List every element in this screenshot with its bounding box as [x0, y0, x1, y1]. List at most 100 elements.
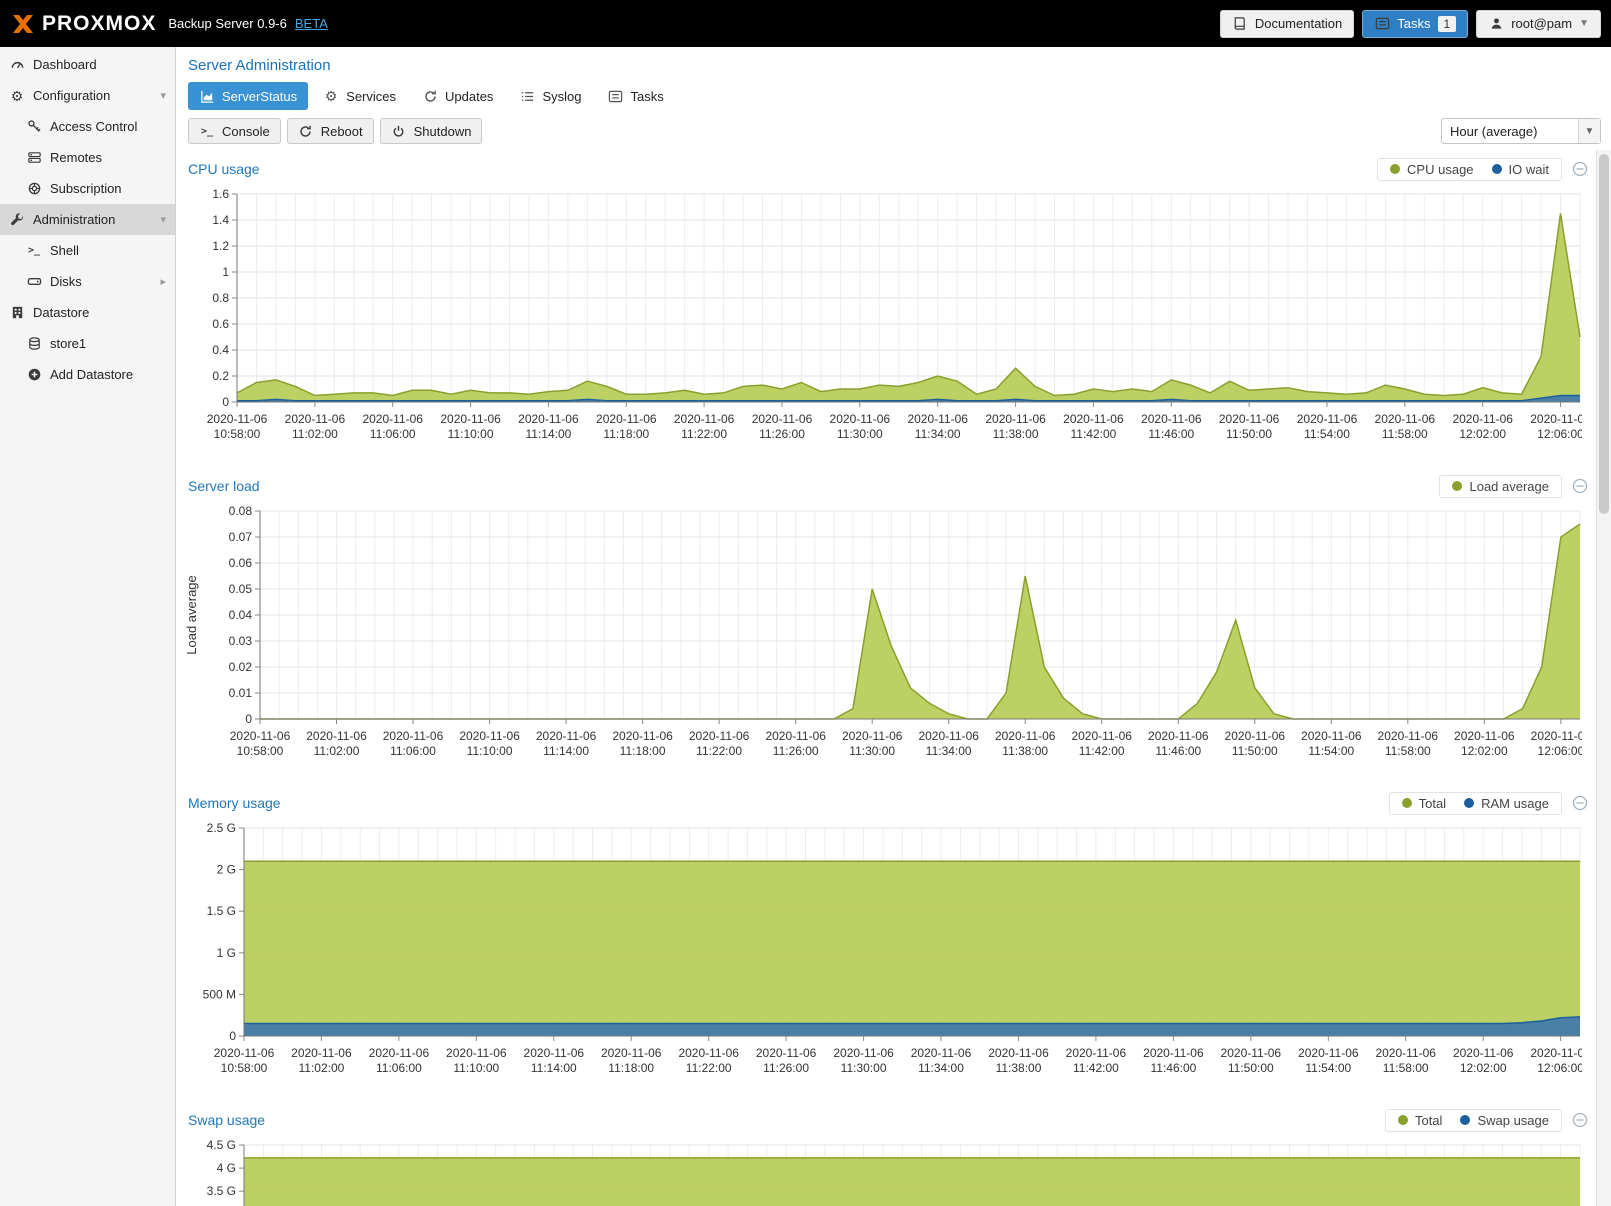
- collapse-icon[interactable]: [1572, 161, 1588, 177]
- sidebar-item-access-control[interactable]: Access Control: [0, 111, 175, 142]
- panel-body: 00.20.40.60.811.21.41.62020-11-0610:58:0…: [182, 184, 1596, 453]
- page-title: Server Administration: [188, 57, 1601, 74]
- shutdown-button[interactable]: Shutdown: [380, 118, 483, 144]
- sidebar-item-subscription[interactable]: Subscription: [0, 173, 175, 204]
- sidebar-item-add-datastore[interactable]: Add Datastore: [0, 359, 175, 390]
- svg-text:2020-11-06: 2020-11-06: [1063, 412, 1124, 426]
- svg-text:11:10:00: 11:10:00: [453, 1061, 499, 1075]
- svg-text:2.5 G: 2.5 G: [207, 821, 236, 835]
- timeframe-select[interactable]: Hour (average) ▼: [1441, 118, 1601, 144]
- svg-text:11:06:00: 11:06:00: [370, 427, 416, 441]
- svg-text:2020-11-06: 2020-11-06: [524, 1046, 585, 1060]
- svg-text:2020-11-06: 2020-11-06: [1297, 412, 1358, 426]
- svg-text:2020-11-06: 2020-11-06: [1454, 729, 1515, 743]
- svg-text:11:54:00: 11:54:00: [1305, 1061, 1351, 1075]
- hdd-icon: [26, 274, 42, 290]
- tasks-count-badge: 1: [1438, 16, 1457, 32]
- tab-serverstatus[interactable]: ServerStatus: [188, 82, 308, 110]
- life-ring-icon: [26, 181, 42, 197]
- svg-text:11:54:00: 11:54:00: [1304, 427, 1350, 441]
- database-icon: [26, 336, 42, 352]
- sidebar-item-administration[interactable]: Administration ▾: [0, 204, 175, 235]
- tab-syslog[interactable]: Syslog: [508, 82, 592, 110]
- sidebar-item-datastore[interactable]: Datastore: [0, 297, 175, 328]
- beta-link[interactable]: BETA: [295, 16, 328, 31]
- tab-label: Syslog: [542, 89, 581, 104]
- proxmox-logo-icon: [10, 11, 36, 37]
- svg-text:2020-11-06: 2020-11-06: [756, 1046, 817, 1060]
- collapse-icon[interactable]: [1572, 478, 1588, 494]
- svg-text:12:06:00: 12:06:00: [1537, 1061, 1582, 1075]
- svg-text:11:22:00: 11:22:00: [681, 427, 727, 441]
- svg-text:1 G: 1 G: [217, 946, 236, 960]
- documentation-label: Documentation: [1255, 16, 1342, 31]
- svg-text:2020-11-06: 2020-11-06: [674, 412, 735, 426]
- user-menu-button[interactable]: root@pam ▼: [1476, 10, 1601, 38]
- documentation-button[interactable]: Documentation: [1220, 10, 1354, 38]
- scrollbar-thumb[interactable]: [1599, 154, 1609, 514]
- main-content: Server Administration ServerStatus ⚙ Ser…: [176, 47, 1611, 1206]
- svg-text:11:46:00: 11:46:00: [1155, 744, 1201, 758]
- collapse-icon[interactable]: [1572, 795, 1588, 811]
- svg-text:0.8: 0.8: [212, 291, 229, 305]
- svg-text:11:50:00: 11:50:00: [1226, 427, 1272, 441]
- sidebar-item-store1[interactable]: store1: [0, 328, 175, 359]
- svg-text:11:34:00: 11:34:00: [918, 1061, 964, 1075]
- svg-text:2020-11-06: 2020-11-06: [1221, 1046, 1282, 1060]
- sidebar-item-label: Dashboard: [33, 57, 97, 72]
- legend-dot: [1402, 798, 1412, 808]
- panel-cpu-usage: CPU usageCPU usageIO wait00.20.40.60.811…: [182, 154, 1596, 453]
- chevron-right-icon: ▸: [160, 275, 166, 288]
- sidebar-item-dashboard[interactable]: Dashboard: [0, 49, 175, 80]
- legend-dot: [1390, 164, 1400, 174]
- user-icon: [1488, 16, 1504, 32]
- svg-text:11:50:00: 11:50:00: [1228, 1061, 1274, 1075]
- tab-tasks[interactable]: Tasks: [596, 82, 674, 110]
- tab-updates[interactable]: Updates: [411, 82, 504, 110]
- svg-text:0.05: 0.05: [229, 582, 253, 596]
- svg-text:2020-11-06: 2020-11-06: [830, 412, 891, 426]
- svg-text:11:18:00: 11:18:00: [608, 1061, 654, 1075]
- svg-text:11:14:00: 11:14:00: [531, 1061, 577, 1075]
- chart-svg: 0500 M1 G1.5 G2 G2.5 G2020-11-0610:58:00…: [182, 818, 1582, 1084]
- svg-text:11:50:00: 11:50:00: [1232, 744, 1278, 758]
- vertical-scrollbar[interactable]: [1596, 150, 1611, 1206]
- svg-text:11:46:00: 11:46:00: [1148, 427, 1194, 441]
- collapse-icon[interactable]: [1572, 1112, 1588, 1128]
- svg-text:2020-11-06: 2020-11-06: [1452, 412, 1513, 426]
- chart-legend: Load average: [1439, 475, 1562, 498]
- svg-text:0: 0: [229, 1029, 236, 1043]
- svg-text:12:06:00: 12:06:00: [1537, 427, 1582, 441]
- console-button[interactable]: >_ Console: [188, 118, 281, 144]
- panel-memory-usage: Memory usageTotalRAM usage0500 M1 G1.5 G…: [182, 788, 1596, 1087]
- legend-dot: [1464, 798, 1474, 808]
- sidebar-item-label: Add Datastore: [50, 367, 133, 382]
- svg-text:2020-11-06: 2020-11-06: [1530, 412, 1582, 426]
- svg-text:2020-11-06: 2020-11-06: [988, 1046, 1049, 1060]
- sidebar-item-remotes[interactable]: Remotes: [0, 142, 175, 173]
- sidebar-item-disks[interactable]: Disks ▸: [0, 266, 175, 297]
- sidebar-item-configuration[interactable]: ⚙ Configuration ▾: [0, 80, 175, 111]
- sidebar-item-label: Shell: [50, 243, 79, 258]
- svg-text:0.4: 0.4: [212, 343, 229, 357]
- svg-text:2020-11-06: 2020-11-06: [689, 729, 750, 743]
- power-icon: [391, 123, 407, 139]
- terminal-icon: >_: [199, 123, 215, 139]
- svg-text:2020-11-06: 2020-11-06: [765, 729, 826, 743]
- tasks-button[interactable]: Tasks 1: [1362, 10, 1468, 38]
- reboot-button[interactable]: Reboot: [287, 118, 374, 144]
- legend-item: Swap usage: [1460, 1113, 1549, 1128]
- svg-text:11:18:00: 11:18:00: [620, 744, 666, 758]
- tab-services[interactable]: ⚙ Services: [312, 82, 407, 110]
- svg-text:11:58:00: 11:58:00: [1382, 427, 1428, 441]
- svg-text:0.06: 0.06: [229, 556, 253, 570]
- refresh-icon: [422, 88, 438, 104]
- svg-text:2020-11-06: 2020-11-06: [1378, 729, 1439, 743]
- svg-text:11:26:00: 11:26:00: [773, 744, 819, 758]
- svg-text:11:58:00: 11:58:00: [1385, 744, 1431, 758]
- svg-text:2020-11-06: 2020-11-06: [1530, 1046, 1582, 1060]
- product-version: Backup Server 0.9-6: [168, 16, 287, 31]
- sidebar-item-shell[interactable]: >_ Shell: [0, 235, 175, 266]
- svg-text:2020-11-06: 2020-11-06: [383, 729, 444, 743]
- svg-text:4 G: 4 G: [217, 1161, 236, 1175]
